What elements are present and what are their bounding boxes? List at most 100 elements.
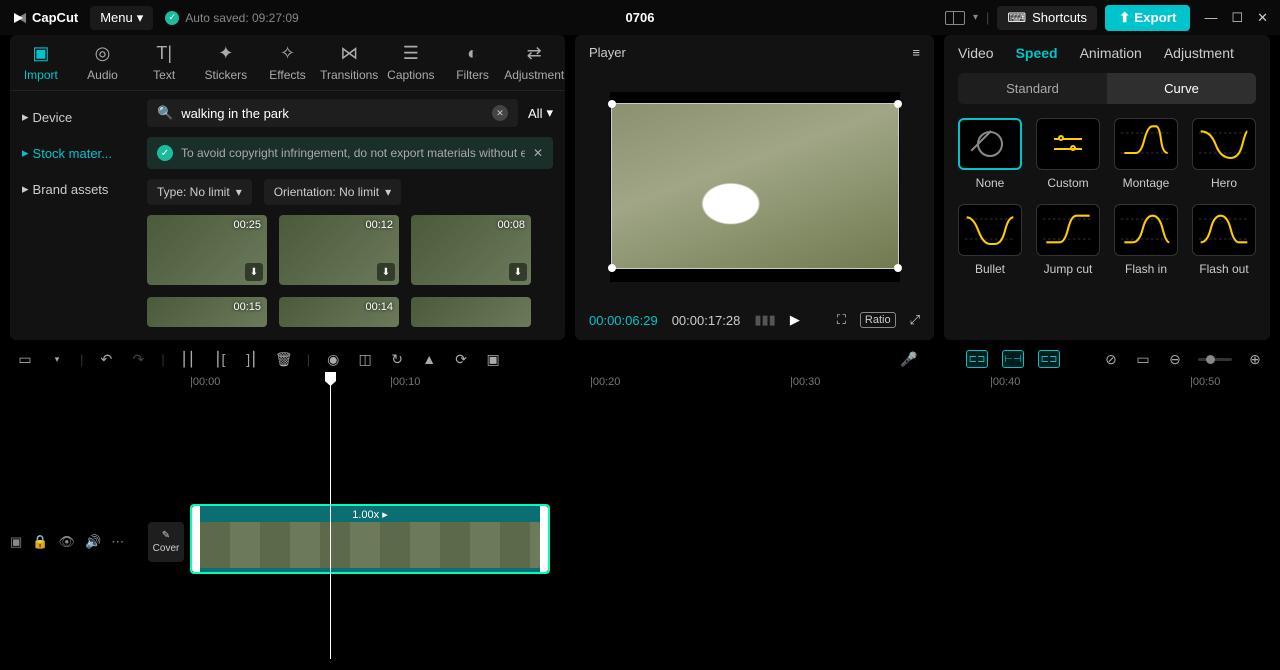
clip-trim-left[interactable] <box>192 506 200 572</box>
menu-button[interactable]: Menu ▾ <box>90 6 153 30</box>
track-more-icon[interactable]: ⋯ <box>111 534 124 550</box>
media-tab-effects[interactable]: ✧Effects <box>257 35 319 90</box>
seg-curve[interactable]: Curve <box>1107 73 1256 104</box>
shortcuts-button[interactable]: ⌨Shortcuts <box>997 6 1097 30</box>
curve-hero[interactable]: Hero <box>1192 118 1256 190</box>
playhead[interactable] <box>330 374 331 659</box>
handle-tl[interactable] <box>608 100 616 108</box>
split-left-button[interactable]: ⎮[ <box>211 350 229 368</box>
inspector-tab-adjustment[interactable]: Adjustment <box>1164 45 1234 61</box>
export-button[interactable]: ⬆Export <box>1105 5 1190 31</box>
handle-tr[interactable] <box>894 100 902 108</box>
track-visible-icon[interactable]: 👁 <box>58 534 75 550</box>
inspector-tab-animation[interactable]: Animation <box>1080 45 1142 61</box>
magnet-center[interactable]: ⊢⊣ <box>1002 350 1024 368</box>
media-tab-audio[interactable]: ◎Audio <box>72 35 134 90</box>
filter-all[interactable]: All ▾ <box>528 105 553 121</box>
layout-button[interactable] <box>945 11 965 25</box>
download-icon[interactable]: ⬇ <box>245 263 263 281</box>
side-item-device[interactable]: ▸Device <box>10 99 135 135</box>
timeline-ruler[interactable]: |00:00|00:10|00:20|00:30|00:40|00:50 <box>10 374 1270 394</box>
preview-canvas[interactable] <box>612 104 898 268</box>
side-item-stock-mater-[interactable]: ▸Stock mater... <box>10 135 135 171</box>
track-enable-icon[interactable]: ▣ <box>10 534 22 550</box>
marker-button[interactable]: ◉ <box>324 350 342 368</box>
download-icon[interactable]: ⬇ <box>377 263 395 281</box>
media-tab-import[interactable]: ▣Import <box>10 35 72 90</box>
filter-orientation[interactable]: Orientation: No limit ▾ <box>264 179 401 205</box>
curve-jump-cut[interactable]: Jump cut <box>1036 204 1100 276</box>
preview-toggle[interactable]: ▭ <box>1134 350 1152 368</box>
close-warning[interactable]: ✕ <box>533 146 543 160</box>
curve-bullet[interactable]: Bullet <box>958 204 1022 276</box>
crop-button[interactable]: ◫ <box>356 350 374 368</box>
undo-button[interactable]: ↶ <box>97 350 115 368</box>
track-audio-icon[interactable]: 🔊 <box>85 534 101 550</box>
ruler-mark: |00:10 <box>390 376 420 388</box>
zoom-slider[interactable] <box>1198 358 1232 361</box>
side-item-brand-assets[interactable]: ▸Brand assets <box>10 171 135 207</box>
magnet-start[interactable]: ⊏⊐ <box>966 350 988 368</box>
media-tab-text[interactable]: T|Text <box>133 35 195 90</box>
clear-search-button[interactable]: ✕ <box>492 105 508 121</box>
curve-none[interactable]: None <box>958 118 1022 190</box>
player-stage[interactable] <box>575 70 934 304</box>
ratio-button[interactable]: Ratio <box>860 312 896 328</box>
minimize-button[interactable]: — <box>1204 10 1217 26</box>
zoom-out-button[interactable]: ⊖ <box>1166 350 1184 368</box>
media-tab-adjustment[interactable]: ⇄Adjustment <box>503 35 565 90</box>
close-button[interactable]: ✕ <box>1257 10 1268 26</box>
track-lock-icon[interactable]: 🔒 <box>32 534 48 550</box>
inspector-tab-video[interactable]: Video <box>958 45 994 61</box>
stock-thumb[interactable] <box>411 297 531 327</box>
scale-fit-button[interactable]: ⛶ <box>837 312 846 328</box>
link-button[interactable]: ⊘ <box>1102 350 1120 368</box>
seg-standard[interactable]: Standard <box>958 73 1107 104</box>
split-button[interactable]: ⎮⎮ <box>179 350 197 368</box>
media-tab-filters[interactable]: ◐Filters <box>442 35 504 90</box>
media-tab-stickers[interactable]: ✦Stickers <box>195 35 257 90</box>
curve-montage[interactable]: Montage <box>1114 118 1178 190</box>
handle-bl[interactable] <box>608 264 616 272</box>
ruler-mark: |00:50 <box>1190 376 1220 388</box>
delete-button[interactable]: 🗑 <box>275 350 293 368</box>
zoom-in-button[interactable]: ⊕ <box>1246 350 1264 368</box>
captions-icon: ☰ <box>403 43 419 64</box>
search-input[interactable] <box>181 106 484 121</box>
player-menu-icon[interactable]: ≡ <box>912 45 920 60</box>
curve-custom[interactable]: Custom <box>1036 118 1100 190</box>
media-tab-transitions[interactable]: ⋈Transitions <box>318 35 380 90</box>
magnet-end[interactable]: ⊏⊐ <box>1038 350 1060 368</box>
selection-tool[interactable]: ▭ <box>16 350 34 368</box>
stock-thumb[interactable]: 00:08⬇ <box>411 215 531 285</box>
redo-button[interactable]: ↷ <box>129 350 147 368</box>
effects-icon: ✧ <box>280 43 295 64</box>
media-tab-captions[interactable]: ☰Captions <box>380 35 442 90</box>
video-clip[interactable]: 1.00x ▸ <box>190 504 550 574</box>
curve-flash-out[interactable]: Flash out <box>1192 204 1256 276</box>
cover-button[interactable]: ✎ Cover <box>148 522 184 562</box>
play-button[interactable]: ▶ <box>790 312 800 328</box>
curve-flash-in[interactable]: Flash in <box>1114 204 1178 276</box>
handle-br[interactable] <box>894 264 902 272</box>
download-icon[interactable]: ⬇ <box>509 263 527 281</box>
stock-thumb[interactable]: 00:15 <box>147 297 267 327</box>
mirror-button[interactable]: ▲ <box>420 350 438 368</box>
stock-thumb[interactable]: 00:25⬇ <box>147 215 267 285</box>
split-right-button[interactable]: ]⎮ <box>243 350 261 368</box>
stock-thumb[interactable]: 00:14 <box>279 297 399 327</box>
mic-button[interactable]: 🎤 <box>900 350 918 368</box>
rotate-button[interactable]: ⟳ <box>452 350 470 368</box>
check-icon: ✓ <box>157 145 173 161</box>
clip-trim-right[interactable] <box>540 506 548 572</box>
inspector-tab-speed[interactable]: Speed <box>1016 45 1058 61</box>
fullscreen-button[interactable]: ⤢ <box>910 312 920 328</box>
selection-dropdown[interactable]: ▾ <box>48 350 66 368</box>
freeze-button[interactable]: ▣ <box>484 350 502 368</box>
filter-type[interactable]: Type: No limit ▾ <box>147 179 252 205</box>
stock-thumb[interactable]: 00:12⬇ <box>279 215 399 285</box>
compare-icon[interactable]: ▮▮▮ <box>754 312 775 328</box>
maximize-button[interactable]: ☐ <box>1231 10 1243 26</box>
reverse-button[interactable]: ↻ <box>388 350 406 368</box>
timeline[interactable]: ▣ 🔒 👁 🔊 ⋯ ✎ Cover 1.00x ▸ <box>10 394 1270 659</box>
